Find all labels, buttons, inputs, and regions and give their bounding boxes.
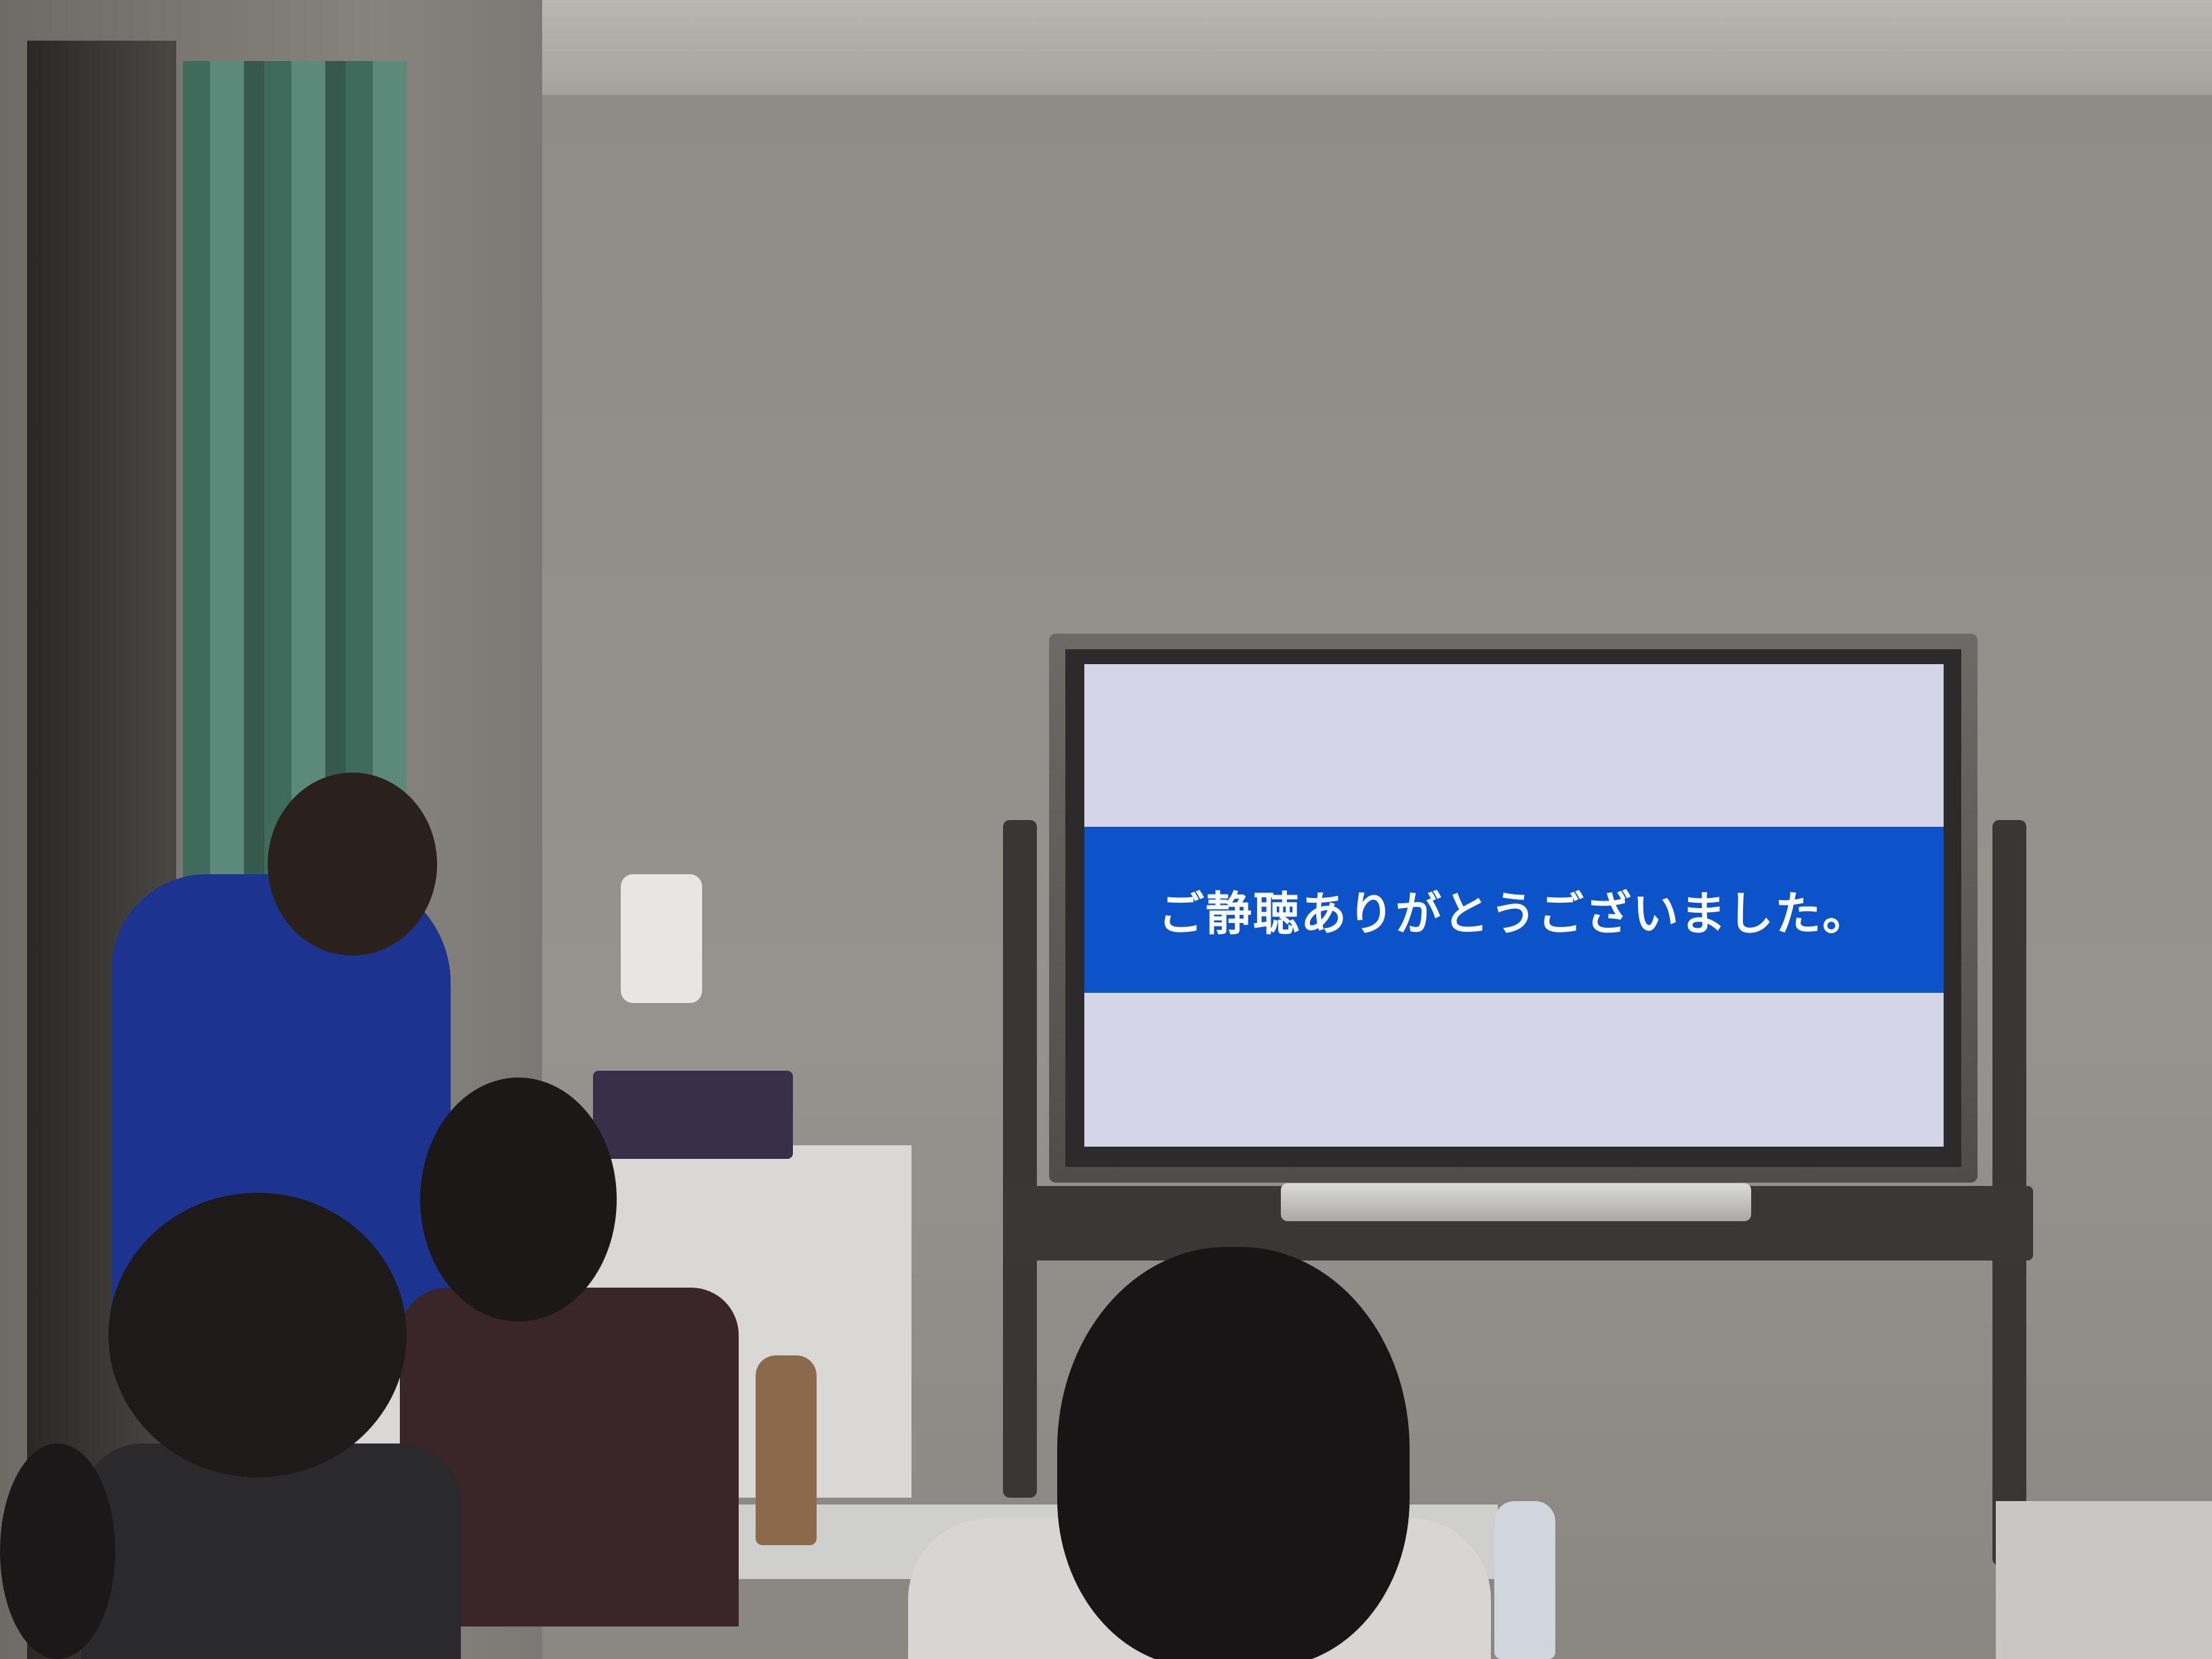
right-desk bbox=[1996, 1501, 2212, 1659]
wall-phone bbox=[621, 874, 702, 1003]
slide-title-band: ご静聴ありがとうございました。 bbox=[1084, 827, 1944, 993]
water-bottle bbox=[1494, 1501, 1555, 1659]
tea-bottle bbox=[756, 1355, 817, 1545]
audience-member-head bbox=[420, 1078, 617, 1322]
slide-text: ご静聴ありがとうございました。 bbox=[1158, 888, 1870, 941]
tv-stand-left-post bbox=[1003, 820, 1037, 1498]
tv-speaker-bar bbox=[1281, 1183, 1751, 1221]
audience-member-head bbox=[108, 1193, 407, 1477]
presentation-screen: ご静聴ありがとうございました。 bbox=[1084, 664, 1944, 1147]
audience-member-head bbox=[0, 1443, 115, 1659]
photo-scene: ご静聴ありがとうございました。 bbox=[0, 0, 2212, 1659]
presenter-laptop bbox=[593, 1071, 793, 1159]
presenter-head bbox=[268, 773, 437, 956]
audience-member-head bbox=[1057, 1247, 1410, 1659]
